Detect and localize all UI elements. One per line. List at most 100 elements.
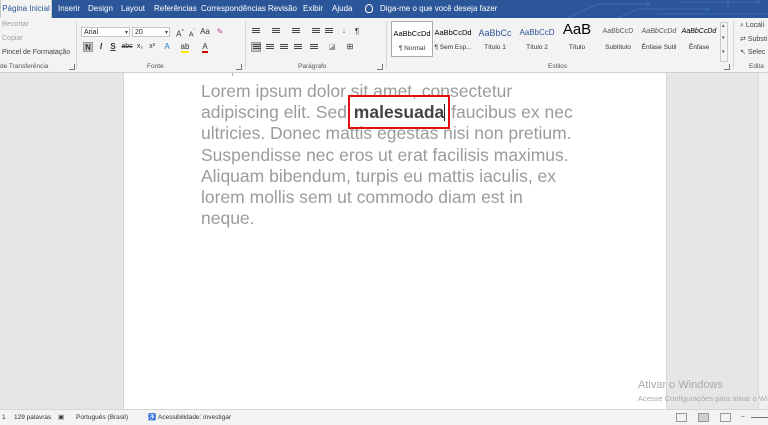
clear-formatting-icon[interactable]: ✎ (215, 27, 225, 37)
tab-mailings[interactable]: Correspondências (201, 0, 266, 18)
clipboard-launcher-icon[interactable] (69, 64, 75, 70)
text-line: Lorem ipsum dolor sit amet, consectetur (201, 81, 513, 101)
cut-button[interactable]: Recortar (2, 21, 29, 28)
grow-font-icon[interactable]: A^ (175, 27, 185, 39)
numbering-icon[interactable] (272, 28, 280, 35)
style-emphasis[interactable]: AaBbCcDd Ênfase (678, 21, 720, 57)
word-count[interactable]: 129 palavras (14, 410, 51, 425)
decrease-indent-icon[interactable] (312, 28, 320, 35)
style-heading-2[interactable]: AaBbCcD Título 2 (516, 21, 558, 57)
copy-button[interactable]: Copiar (2, 35, 23, 42)
shading-icon[interactable]: ◪ (327, 42, 337, 52)
ribbon-home: Recortar Copiar Pincel de Formatação de … (0, 18, 768, 73)
style-name: Título (568, 44, 586, 51)
chevron-down-icon: ▾ (124, 30, 128, 36)
align-right-icon[interactable] (280, 44, 288, 51)
styles-launcher-icon[interactable] (724, 64, 730, 70)
font-size-combo[interactable]: 20 ▾ (132, 27, 170, 37)
select-icon: ↖ (740, 49, 746, 56)
bold-button[interactable]: N (83, 42, 93, 52)
page-count[interactable]: 1 (2, 410, 6, 425)
style-normal[interactable]: AaBbCcDd ¶ Normal (391, 21, 433, 57)
format-painter-button[interactable]: Pincel de Formatação (2, 49, 70, 56)
document-area: Lorem ipsum dolor sit amet, consectetur … (0, 73, 768, 409)
change-case-icon[interactable]: Aa (200, 27, 210, 37)
tab-layout[interactable]: Layout (121, 0, 145, 18)
borders-icon[interactable]: ⊞ (345, 42, 355, 52)
style-name: Ênfase Sutil (641, 44, 677, 51)
tab-review[interactable]: Revisão (268, 0, 297, 18)
increase-indent-icon[interactable] (325, 28, 333, 35)
document-page[interactable]: Lorem ipsum dolor sit amet, consectetur … (123, 73, 667, 409)
style-name: ¶ Normal (398, 45, 426, 52)
superscript-button[interactable]: x² (147, 42, 157, 52)
zoom-out-button[interactable]: − (741, 410, 745, 425)
styles-gallery-scroll[interactable]: ▴ ▾ ▾ (720, 22, 728, 62)
web-layout-icon[interactable] (720, 413, 731, 422)
shrink-font-icon[interactable]: Aˇ (187, 27, 197, 38)
tab-design[interactable]: Design (88, 0, 113, 18)
group-separator (733, 21, 734, 69)
paragraph-launcher-icon[interactable] (377, 64, 383, 70)
selected-word[interactable]: malesuada (347, 95, 451, 130)
text-segment: adipiscing elit. Sed (201, 102, 347, 123)
style-name: Subtítulo (605, 44, 631, 51)
font-launcher-icon[interactable] (236, 64, 242, 70)
bullets-icon[interactable] (252, 28, 260, 35)
italic-button[interactable]: I (96, 42, 106, 52)
font-name-combo[interactable]: Arial ▾ (81, 27, 130, 37)
find-label: Locali (745, 22, 765, 29)
document-body-text[interactable]: Lorem ipsum dolor sit amet, consectetur … (201, 81, 601, 229)
print-layout-icon[interactable] (698, 413, 709, 422)
read-mode-icon[interactable] (676, 413, 687, 422)
font-group-label: Fonte (147, 63, 164, 70)
tab-home[interactable]: Página Inicial (0, 0, 52, 18)
find-button[interactable]: ⌕ Locali (740, 22, 764, 30)
style-name: Título 1 (484, 44, 506, 51)
chevron-down-icon: ▾ (164, 30, 168, 36)
justify-icon[interactable] (294, 44, 302, 51)
select-button[interactable]: ↖ Selec (740, 48, 765, 56)
highlight-color-icon[interactable]: ab (180, 42, 190, 53)
text-effects-icon[interactable]: A (162, 42, 172, 52)
circuit-pattern-decoration (567, 0, 768, 18)
pilcrow-icon[interactable]: ¶ (352, 27, 362, 37)
tab-insert[interactable]: Inserir (58, 0, 80, 18)
font-name-value: Arial (84, 29, 99, 36)
style-preview: AaBbCc (478, 28, 512, 38)
font-color-icon[interactable]: A (200, 42, 210, 53)
style-subtitle[interactable]: AaBbCcD Subtítulo (597, 21, 639, 57)
more-styles-icon: ▾ (722, 49, 725, 55)
accessibility-status[interactable]: Acessibilidade: investigar (158, 410, 231, 425)
search-icon: ⌕ (740, 22, 744, 29)
replace-button[interactable]: ⇄ Substi (740, 35, 767, 43)
tell-me-search[interactable]: Diga-me o que você deseja fazer (380, 0, 497, 18)
style-preview: AaBbCcDd (681, 28, 717, 35)
style-no-spacing[interactable]: AaBbCcDd ¶ Sem Esp... (432, 21, 474, 57)
line-spacing-icon[interactable] (310, 44, 318, 51)
style-title[interactable]: AaB Título (556, 21, 598, 57)
align-center-icon[interactable] (266, 44, 274, 51)
editing-group-label: Edita (749, 63, 764, 70)
tab-references[interactable]: Referências (154, 0, 197, 18)
sort-icon[interactable]: ↓ (339, 27, 349, 37)
tab-view[interactable]: Exibir (303, 0, 323, 18)
tab-help[interactable]: Ajuda (332, 0, 352, 18)
text-line: neque. (201, 208, 255, 229)
align-left-button[interactable] (251, 42, 261, 52)
strikethrough-button[interactable]: abc (120, 42, 134, 52)
style-preview: AaBbCcD (602, 28, 634, 35)
style-preview: AaBbCcDd (641, 28, 677, 35)
text-segment: faucibus ex nec (451, 102, 573, 123)
text-boundary-mark (232, 73, 233, 76)
style-subtle-emphasis[interactable]: AaBbCcDd Ênfase Sutil (638, 21, 680, 57)
underline-button[interactable]: S (108, 42, 118, 52)
multilevel-list-icon[interactable] (292, 28, 300, 35)
style-heading-1[interactable]: AaBbCc Título 1 (474, 21, 516, 57)
vertical-scrollbar[interactable] (758, 73, 768, 409)
proofing-icon[interactable]: ▣ (58, 410, 64, 425)
zoom-slider[interactable] (751, 417, 768, 418)
group-separator (386, 21, 387, 69)
language-indicator[interactable]: Português (Brasil) (76, 410, 128, 425)
subscript-button[interactable]: x₂ (135, 42, 145, 52)
